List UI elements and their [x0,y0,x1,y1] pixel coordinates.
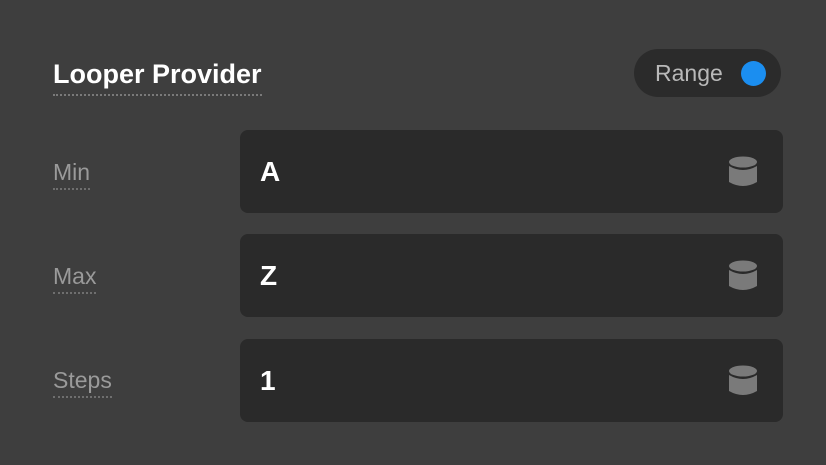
min-label: Min [53,157,91,190]
max-label: Max [53,261,97,294]
max-field[interactable]: Z [240,234,783,317]
steps-value: 1 [260,365,276,396]
max-value: Z [260,260,278,291]
looper-provider-panel: Looper Provider Range Min A Max Z Steps … [0,0,826,465]
database-icon[interactable] [728,260,758,292]
range-toggle[interactable]: Range [634,49,781,97]
panel-title: Looper Provider [53,56,262,96]
min-value: A [260,156,281,187]
database-icon[interactable] [728,156,758,188]
steps-field[interactable]: 1 [240,339,783,422]
range-toggle-indicator [741,61,766,86]
range-toggle-label: Range [655,60,723,86]
min-field[interactable]: A [240,130,783,213]
database-icon[interactable] [728,365,758,397]
steps-label: Steps [53,365,112,398]
